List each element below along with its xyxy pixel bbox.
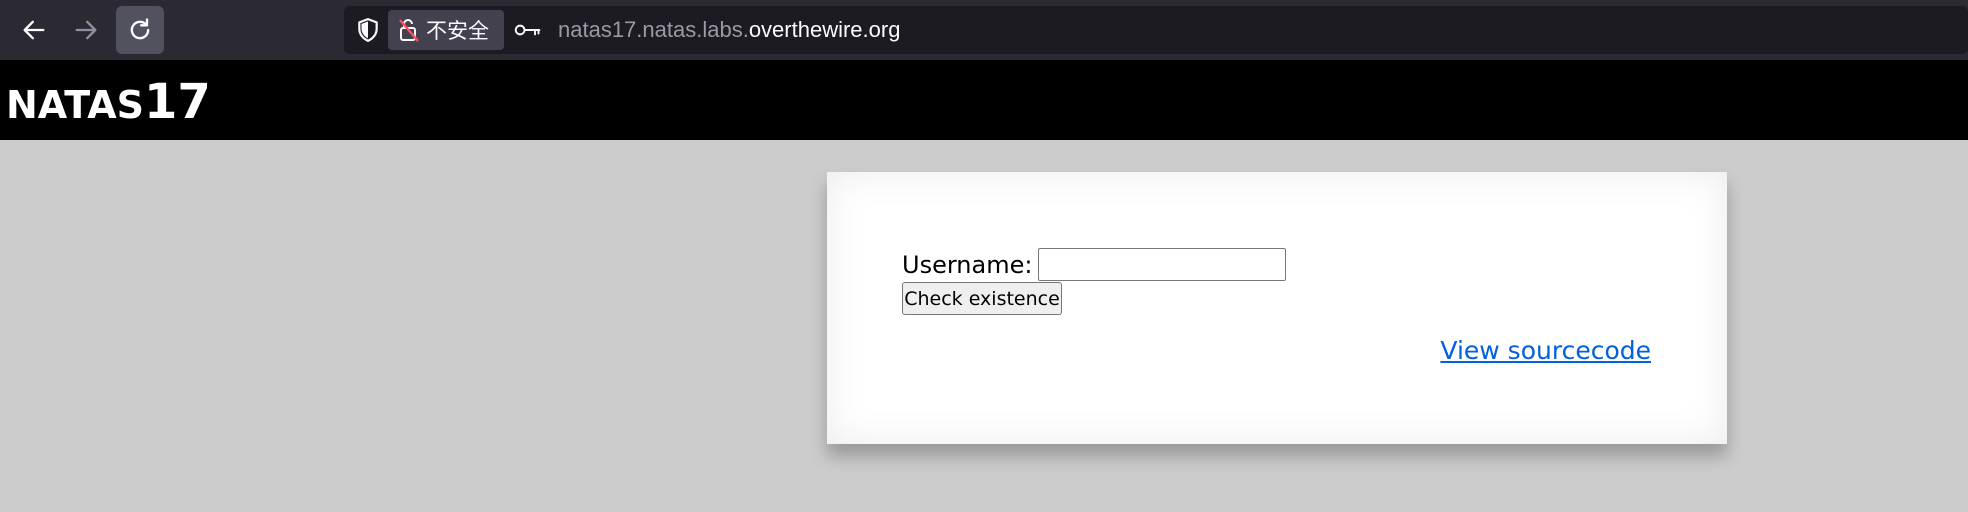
url-text[interactable]: natas17.natas.labs.overthewire.org [558,16,900,44]
url-subdomain: natas17.natas.labs. [558,17,749,42]
reload-button[interactable] [116,6,164,54]
security-label: 不安全 [426,19,489,43]
content-panel: Username: Check existence View sourcecod… [827,172,1727,444]
view-sourcecode-link[interactable]: View sourcecode [1440,336,1651,365]
back-arrow-icon [23,20,45,40]
url-domain: overthewire.org [748,17,901,42]
back-button[interactable] [10,6,58,54]
shield-icon [358,18,378,42]
url-bar[interactable]: 不安全 natas17.natas.labs.overthewire.org [344,6,1968,54]
key-icon [514,24,541,36]
forward-button[interactable] [62,6,110,54]
browser-toolbar: 不安全 natas17.natas.labs.overthewire.org [0,0,1968,60]
username-label: Username: [902,250,1033,279]
username-row: Username: [902,248,1287,281]
forward-arrow-icon [75,20,97,40]
saved-logins-button[interactable] [512,16,544,44]
username-input[interactable] [1038,248,1287,281]
page-title-word: NATAS [6,83,145,127]
page-title-number: 17 [144,74,211,130]
insecure-lock-icon [399,19,419,42]
page-header: NATAS17 [0,60,1968,140]
tracking-protection-button[interactable] [354,16,382,44]
connection-security-chip[interactable]: 不安全 [388,10,504,50]
page-title: NATAS17 [6,74,211,130]
check-existence-button[interactable]: Check existence [902,282,1062,315]
reload-icon [130,18,150,40]
